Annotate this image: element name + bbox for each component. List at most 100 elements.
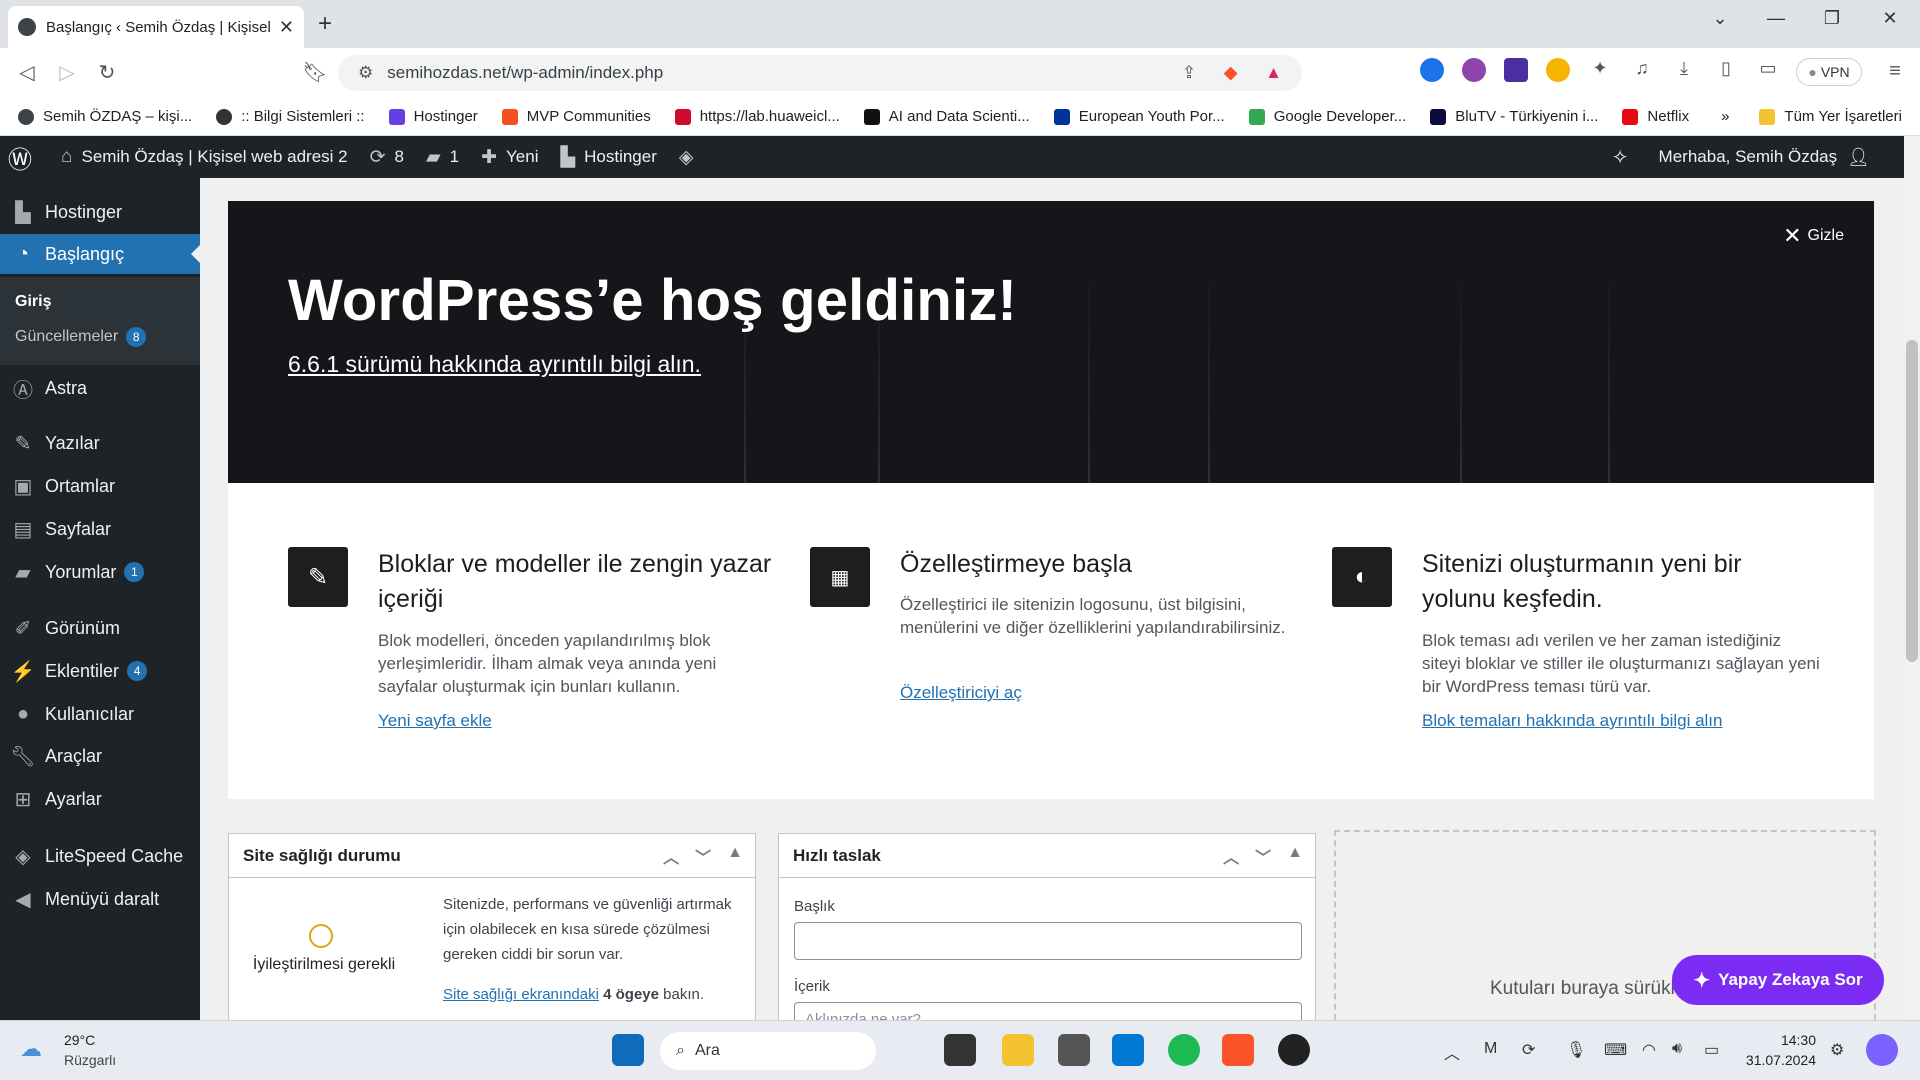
sidebar-item-appearance[interactable]: ✐ Görünüm bbox=[0, 608, 200, 648]
brave-browser-icon[interactable] bbox=[1222, 1034, 1254, 1066]
chevron-down-icon[interactable]: ﹀ bbox=[695, 844, 711, 868]
avatar-icon[interactable]: 👤︎ bbox=[1847, 147, 1870, 168]
page-scrollbar-thumb[interactable] bbox=[1906, 340, 1918, 662]
wifi-icon[interactable]: ◠ bbox=[1642, 1040, 1656, 1060]
sidebar-item-hostinger[interactable]: ▙ Hostinger bbox=[0, 192, 200, 232]
sidebar-item-plugins[interactable]: ⚡ Eklentiler 4 bbox=[0, 651, 200, 691]
toggle-panel-icon[interactable]: ▲ bbox=[1287, 844, 1303, 868]
vscode-icon[interactable] bbox=[1112, 1034, 1144, 1066]
bookmark-item[interactable]: Google Developer... bbox=[1248, 108, 1406, 125]
block-themes-link[interactable]: Blok temaları hakkında ayrıntılı bilgi a… bbox=[1422, 711, 1722, 731]
sidebar-item-comments[interactable]: ▰ Yorumlar 1 bbox=[0, 552, 200, 592]
sidebar-item-litespeed[interactable]: ◈ LiteSpeed Cache bbox=[0, 836, 200, 876]
bookmark-item[interactable]: European Youth Por... bbox=[1053, 108, 1225, 125]
app-icon[interactable] bbox=[1058, 1034, 1090, 1066]
close-tab-icon[interactable]: ✕ bbox=[279, 17, 294, 38]
updates-link[interactable]: ⟳ 8 bbox=[370, 146, 404, 169]
brave-rewards-icon[interactable]: ▲ bbox=[1265, 63, 1282, 83]
task-view-icon[interactable] bbox=[944, 1034, 976, 1066]
media-icon[interactable]: ♫ bbox=[1630, 58, 1654, 82]
all-bookmarks-button[interactable]: Tüm Yer İşaretleri bbox=[1759, 108, 1902, 125]
sidebar-item-settings[interactable]: ⊞ Ayarlar bbox=[0, 779, 200, 819]
sync-icon[interactable]: ⟳ bbox=[1522, 1040, 1535, 1060]
bookmark-item[interactable]: AI and Data Scienti... bbox=[863, 108, 1030, 125]
new-tab-icon[interactable]: + bbox=[318, 10, 332, 38]
sidebar-item-media[interactable]: ▣ Ortamlar bbox=[0, 466, 200, 506]
my-account-link[interactable]: Merhaba, Semih Özdaş bbox=[1659, 147, 1838, 167]
chevron-down-icon[interactable]: ﹀ bbox=[1255, 844, 1271, 868]
site-info-icon[interactable]: ⚙ bbox=[358, 63, 373, 83]
bookmark-item[interactable]: https://lab.huaweicl... bbox=[674, 108, 840, 125]
bookmarks-more-button[interactable]: » bbox=[1721, 108, 1729, 125]
version-info-link[interactable]: 6.6.1 sürümü hakkında ayrıntılı bilgi al… bbox=[288, 351, 701, 378]
reload-icon[interactable]: ↻ bbox=[92, 60, 122, 85]
new-page-link[interactable]: Yeni sayfa ekle bbox=[378, 711, 492, 731]
sidebar-toggle-icon[interactable]: ▯ bbox=[1714, 58, 1738, 82]
sidebar-item-pages[interactable]: ▤ Sayfalar bbox=[0, 509, 200, 549]
chevron-up-icon[interactable]: ︿ bbox=[663, 844, 679, 868]
extension-1-icon[interactable] bbox=[1420, 58, 1444, 82]
bookmark-item[interactable]: BluTV - Türkiyenin i... bbox=[1430, 108, 1598, 125]
extension-3-icon[interactable] bbox=[1504, 58, 1528, 82]
extension-2-icon[interactable] bbox=[1462, 58, 1486, 82]
sidebar-item-dashboard[interactable]: ◔ Başlangıç bbox=[0, 234, 200, 274]
menu-icon[interactable]: ≡ bbox=[1880, 60, 1910, 83]
hide-welcome-button[interactable]: ✕ Gizle bbox=[1783, 223, 1844, 249]
site-health-link[interactable]: Site sağlığı ekranındaki bbox=[443, 986, 599, 1003]
browser-tab[interactable]: Başlangıç ‹ Semih Özdaş | Kişisel ✕ bbox=[8, 6, 304, 48]
forward-icon[interactable]: ▷ bbox=[52, 60, 82, 85]
file-explorer-icon[interactable] bbox=[1002, 1034, 1034, 1066]
volume-icon[interactable]: 🔊︎ bbox=[1672, 1040, 1682, 1058]
ask-ai-button[interactable]: ✦ Yapay Zekaya Sor bbox=[1672, 955, 1884, 1005]
bookmark-item[interactable]: :: Bilgi Sistemleri :: bbox=[216, 108, 365, 125]
chevron-up-icon[interactable]: ︿ bbox=[1223, 844, 1239, 868]
downloads-icon[interactable]: ⤓ bbox=[1672, 58, 1696, 82]
litespeed-link[interactable]: ◈ bbox=[679, 146, 703, 169]
battery-icon[interactable]: ▭ bbox=[1704, 1040, 1719, 1060]
extension-4-icon[interactable] bbox=[1546, 58, 1570, 82]
vpn-button[interactable]: ● VPN bbox=[1796, 58, 1862, 86]
site-name-link[interactable]: ⌂ Semih Özdaş | Kişisel web adresi 2 bbox=[61, 146, 348, 168]
bookmark-icon[interactable]: 🔖︎ bbox=[300, 60, 330, 85]
tab-search-icon[interactable]: ⌄ bbox=[1700, 8, 1740, 29]
bookmark-item[interactable]: Hostinger bbox=[388, 108, 478, 125]
tray-app-icon[interactable]: M bbox=[1484, 1040, 1497, 1058]
share-icon[interactable]: ⇪ bbox=[1182, 63, 1196, 83]
keyboard-icon[interactable]: ⌨ bbox=[1604, 1040, 1627, 1060]
address-bar[interactable]: ⚙ semihozdas.net/wp-admin/index.php ⇪ ◆ … bbox=[338, 55, 1302, 91]
weather-icon[interactable]: ☁ bbox=[20, 1036, 42, 1062]
tray-overflow-icon[interactable]: ︿ bbox=[1444, 1040, 1460, 1064]
extensions-puzzle-icon[interactable]: ✦ bbox=[1588, 58, 1612, 82]
open-customizer-link[interactable]: Özelleştiriciyi aç bbox=[900, 683, 1022, 703]
submenu-home[interactable]: Giriş bbox=[15, 293, 51, 311]
minimize-icon[interactable]: — bbox=[1756, 8, 1796, 29]
maximize-icon[interactable]: ❐ bbox=[1812, 8, 1852, 29]
ai-sparkle-icon[interactable]: ✧ bbox=[1612, 145, 1629, 170]
submenu-updates[interactable]: Güncellemeler 8 bbox=[15, 327, 147, 347]
clock-time[interactable]: 14:30 bbox=[1742, 1032, 1816, 1048]
back-icon[interactable]: ◁ bbox=[12, 60, 42, 85]
spotify-icon[interactable] bbox=[1168, 1034, 1200, 1066]
brave-shields-icon[interactable]: ◆ bbox=[1224, 63, 1237, 83]
bookmark-item[interactable]: Netflix bbox=[1622, 108, 1689, 125]
sidebar-collapse-menu[interactable]: ◀ Menüyü daralt bbox=[0, 879, 200, 919]
close-window-icon[interactable]: ✕ bbox=[1870, 8, 1910, 29]
copilot-icon[interactable] bbox=[1866, 1034, 1898, 1066]
wordpress-logo-button[interactable]: Ⓦ bbox=[8, 140, 41, 175]
new-content-link[interactable]: ✚ Yeni bbox=[481, 146, 538, 169]
sidebar-item-tools[interactable]: 🔧︎ Araçlar bbox=[0, 736, 200, 776]
toggle-panel-icon[interactable]: ▲ bbox=[727, 844, 743, 868]
hostinger-link[interactable]: ▙ Hostinger bbox=[561, 146, 657, 169]
sidebar-item-users[interactable]: ● Kullanıcılar bbox=[0, 694, 200, 734]
taskbar-search[interactable]: ⌕ Ara bbox=[660, 1032, 876, 1070]
sidebar-item-posts[interactable]: ✎ Yazılar bbox=[0, 423, 200, 463]
wallet-icon[interactable]: ▭ bbox=[1756, 58, 1780, 82]
weather-temp[interactable]: 29°C bbox=[64, 1032, 95, 1048]
draft-title-input[interactable] bbox=[794, 922, 1302, 960]
windows-start-icon[interactable] bbox=[612, 1034, 644, 1066]
sidebar-item-astra[interactable]: Ⓐ Astra bbox=[0, 368, 200, 408]
bookmark-item[interactable]: Semih ÖZDAŞ – kişi... bbox=[18, 108, 192, 125]
comments-link[interactable]: ▰ 1 bbox=[426, 146, 459, 169]
notifications-icon[interactable]: ⚙ bbox=[1830, 1040, 1844, 1060]
bookmark-item[interactable]: MVP Communities bbox=[501, 108, 651, 125]
